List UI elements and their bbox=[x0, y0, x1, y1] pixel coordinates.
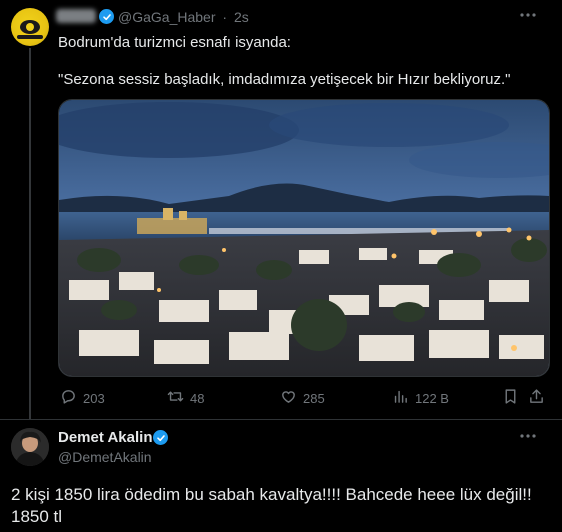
views-count: 122 B bbox=[415, 390, 449, 406]
tweet-body-line1: 2 kişi 1850 lira ödedim bu sabah kavalty… bbox=[11, 485, 532, 504]
tweet-time[interactable]: 2s bbox=[234, 9, 249, 25]
like-button[interactable]: 285 bbox=[280, 388, 325, 408]
retweet-button[interactable]: 48 bbox=[167, 388, 204, 408]
retweet-count: 48 bbox=[190, 390, 205, 406]
heart-icon bbox=[280, 388, 297, 408]
like-count: 285 bbox=[303, 390, 325, 406]
reply-count: 203 bbox=[83, 390, 105, 406]
avatar-bar-shape bbox=[17, 35, 43, 39]
verified-badge-icon bbox=[99, 9, 114, 24]
demet-avatar[interactable] bbox=[11, 428, 49, 466]
avatar-pupil-shape bbox=[26, 23, 34, 31]
blurred-display-name[interactable] bbox=[56, 9, 96, 23]
views-icon bbox=[392, 388, 409, 408]
tweet-text-line1: Bodrum'da turizmci esnafı isyanda: bbox=[58, 34, 291, 51]
more-icon[interactable] bbox=[518, 5, 538, 30]
display-name[interactable]: Demet Akalin bbox=[58, 429, 152, 446]
views-button[interactable]: 122 B bbox=[392, 388, 449, 408]
display-name-line: Demet Akalin bbox=[58, 429, 152, 446]
bookmark-icon bbox=[502, 388, 519, 408]
tweet-body-line2: 1850 tl bbox=[11, 507, 63, 526]
tweet-photo[interactable] bbox=[58, 99, 550, 377]
separator-dot: · bbox=[222, 9, 228, 25]
tweet-divider bbox=[0, 419, 562, 420]
bookmark-button[interactable] bbox=[502, 388, 519, 408]
retweet-icon bbox=[167, 388, 184, 408]
more-icon[interactable] bbox=[518, 426, 538, 451]
reply-button[interactable]: 203 bbox=[60, 388, 105, 408]
share-icon bbox=[528, 388, 545, 408]
tweet-handle-line: @GaGa_Haber · 2s bbox=[118, 9, 249, 25]
tweet-handle[interactable]: @DemetAkalin bbox=[58, 449, 152, 465]
thread-line bbox=[29, 48, 31, 420]
reply-icon bbox=[60, 388, 77, 408]
gaga-avatar[interactable] bbox=[11, 8, 49, 46]
tweet-text-line2: "Sezona sessiz başladık, imdadımıza yeti… bbox=[58, 71, 511, 88]
share-button[interactable] bbox=[528, 388, 545, 408]
tweet-handle[interactable]: @GaGa_Haber bbox=[118, 9, 215, 25]
verified-badge-icon bbox=[153, 430, 168, 445]
